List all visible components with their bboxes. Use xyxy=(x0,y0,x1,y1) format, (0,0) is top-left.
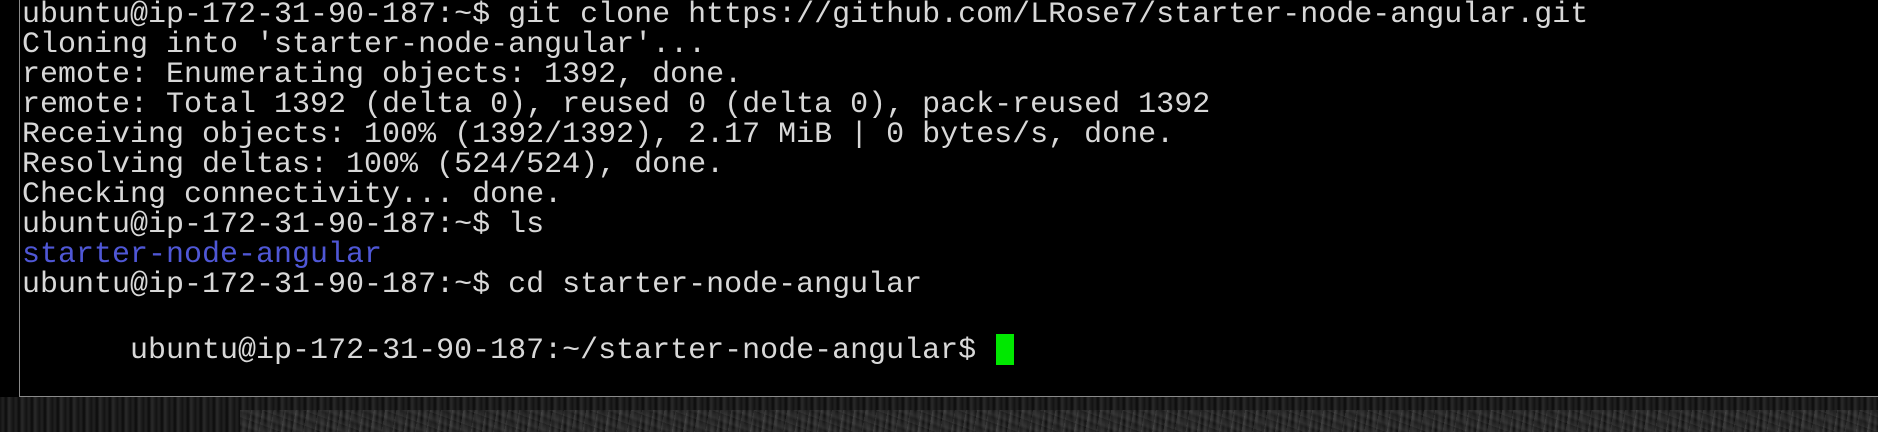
text-cursor xyxy=(996,334,1015,365)
prompt-text: ubuntu@ip-172-31-90-187:~/starter-node-a… xyxy=(130,334,977,368)
screen: ubuntu@ip-172-31-90-187:~$ git clone htt… xyxy=(0,0,1878,432)
terminal-window[interactable]: ubuntu@ip-172-31-90-187:~$ git clone htt… xyxy=(19,0,1878,397)
desktop-background-texture xyxy=(240,410,1878,432)
terminal-prompt-current[interactable]: ubuntu@ip-172-31-90-187:~/starter-node-a… xyxy=(22,297,1015,368)
window-gutter xyxy=(0,0,19,397)
